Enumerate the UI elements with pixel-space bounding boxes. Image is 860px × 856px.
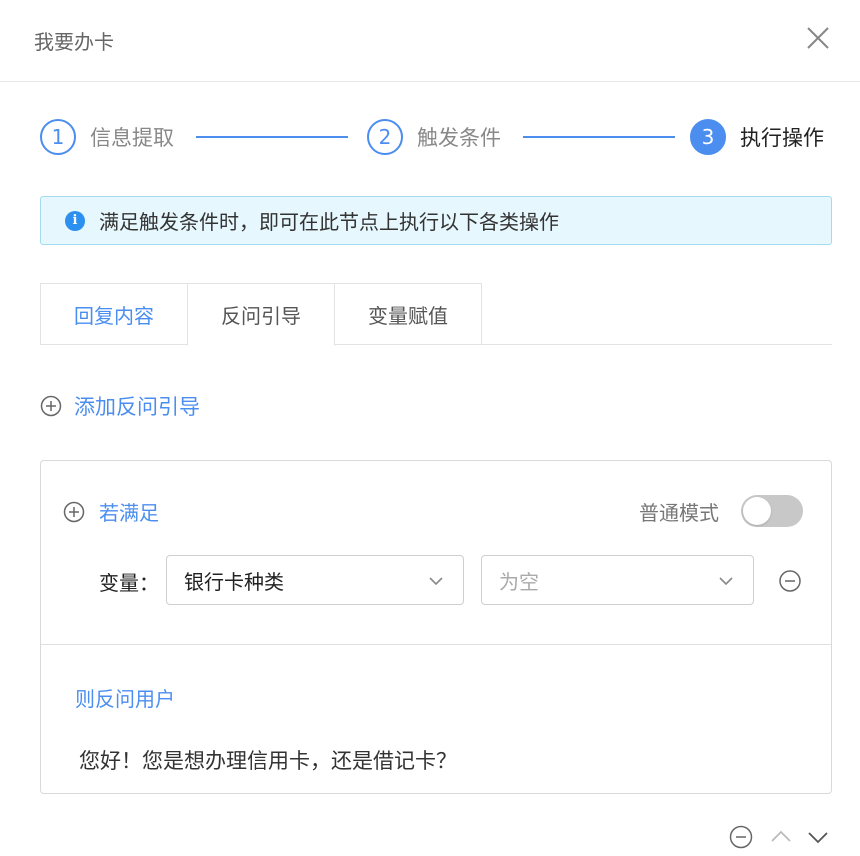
add-condition-button[interactable]: 若满足 [63,497,159,526]
chevron-down-icon [429,577,443,586]
condition-card: 若满足 普通模式 变量： 银行卡种类 为空 则反问用户 您好！您是想办理信用卡，… [40,460,832,794]
dialog-title: 我要办卡 [34,30,114,54]
step-2-number: 2 [367,119,403,155]
step-connector-1 [196,136,348,138]
step-1-number: 1 [40,119,76,155]
card-controls [726,824,836,854]
dialog-header: 我要办卡 [0,0,860,82]
condition-section: 若满足 普通模式 变量： 银行卡种类 为空 [41,461,831,645]
remove-card-button[interactable] [728,824,754,850]
remove-condition-button[interactable] [778,569,802,593]
tab-reply-content[interactable]: 回复内容 [40,283,188,345]
action-tabs: 回复内容 反问引导 变量赋值 [40,283,832,346]
steps-indicator: 1 信息提取 2 触发条件 3 执行操作 [40,118,830,158]
step-1-label: 信息提取 [90,126,174,150]
close-button[interactable] [804,24,832,52]
step-2-label: 触发条件 [417,126,501,150]
minus-circle-icon [779,570,801,592]
tab-counter-question[interactable]: 反问引导 [187,283,335,346]
toggle-knob [743,497,771,525]
chevron-down-icon [719,577,733,586]
plus-circle-icon [40,395,62,417]
step-2: 2 触发条件 [367,118,501,156]
operator-select[interactable]: 为空 [481,555,754,605]
chevron-up-icon [771,830,791,842]
minus-circle-icon [729,825,753,849]
add-counter-question-button[interactable]: 添加反问引导 [40,390,200,422]
step-3-label: 执行操作 [740,126,824,150]
info-icon: i [65,210,85,231]
then-label: 则反问用户 [75,687,175,711]
move-down-button[interactable] [805,824,831,850]
mode-toggle[interactable] [741,495,803,527]
step-3-number: 3 [690,119,726,155]
step-connector-2 [523,136,675,138]
step-3: 3 执行操作 [690,118,824,156]
reply-text[interactable]: 您好！您是想办理信用卡，还是借记卡？ [79,745,457,775]
close-icon [807,27,829,49]
tab-variable-assign[interactable]: 变量赋值 [334,283,482,345]
variable-select-value: 银行卡种类 [184,569,284,594]
operator-select-value: 为空 [499,569,539,594]
info-alert: i 满足触发条件时，即可在此节点上执行以下各类操作 [40,196,832,245]
plus-circle-icon [63,501,85,522]
chevron-down-icon [808,832,828,844]
variable-label: 变量： [99,571,159,595]
satisfy-label: 若满足 [99,501,159,525]
variable-select[interactable]: 银行卡种类 [166,555,464,605]
mode-label: 普通模式 [639,501,719,525]
info-text: 满足触发条件时，即可在此节点上执行以下各类操作 [99,210,559,234]
step-1: 1 信息提取 [40,118,174,156]
move-up-button[interactable] [768,824,794,850]
add-counter-question-label: 添加反问引导 [74,395,200,419]
